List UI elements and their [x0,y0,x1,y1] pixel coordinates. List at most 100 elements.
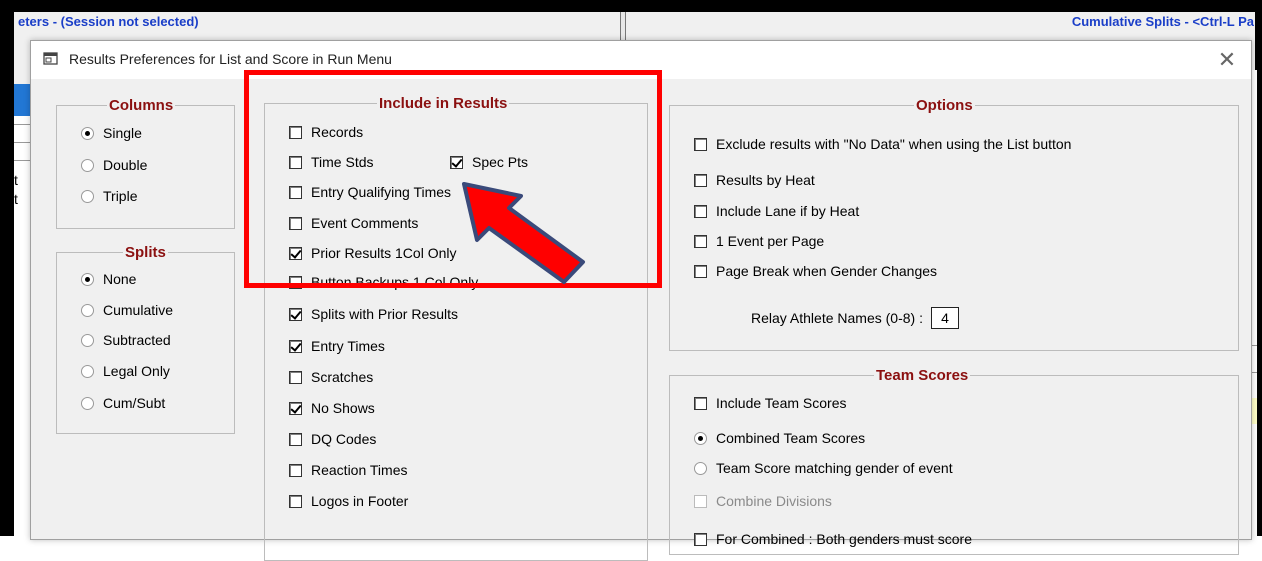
splits-group: Splits None Cumulative Subtracted Legal … [56,244,235,434]
relay-athlete-names-row: Relay Athlete Names (0-8) : 4 [751,306,959,330]
radio-label: Double [103,157,148,173]
columns-double-radio[interactable]: Double [81,155,147,175]
checkbox-label: Time Stds [311,154,374,170]
include-event-comments-checkbox[interactable]: Event Comments [289,213,418,233]
options-include-lane-checkbox[interactable]: Include Lane if by Heat [694,201,859,221]
include-no-shows-checkbox[interactable]: No Shows [289,398,375,418]
columns-single-radio[interactable]: Single [81,123,142,143]
checkbox-label: For Combined : Both genders must score [716,531,973,547]
checkbox-label: Records [311,124,364,140]
checkbox-label: Event Comments [311,215,419,231]
window-icon [43,52,58,65]
relay-athlete-names-label: Relay Athlete Names (0-8) : [751,310,923,326]
checkbox-label: No Shows [311,400,375,416]
background-splitter[interactable] [620,12,626,42]
background-grid-line [14,124,30,125]
radio-label: Subtracted [103,332,171,348]
combined-team-scores-radio[interactable]: Combined Team Scores [694,428,865,448]
splits-cum-subt-radio[interactable]: Cum/Subt [81,393,165,413]
combine-divisions-checkbox[interactable]: Combine Divisions [694,491,832,511]
checkbox-label: 1 Event per Page [716,233,825,249]
dialog-title: Results Preferences for List and Score i… [69,51,392,67]
radio-label: Single [103,125,142,141]
checkbox-label: Spec Pts [472,154,529,170]
team-score-matching-gender-radio[interactable]: Team Score matching gender of event [694,458,953,478]
splits-legal-only-radio[interactable]: Legal Only [81,361,170,381]
close-button[interactable]: ✕ [1213,46,1241,74]
background-header-right: Cumulative Splits - <Ctrl-L Pa [1071,14,1254,29]
radio-label: Cum/Subt [103,395,166,411]
checkbox-indicator [289,275,302,289]
both-genders-must-score-checkbox[interactable]: For Combined : Both genders must score [694,529,972,549]
splits-cumulative-radio[interactable]: Cumulative [81,300,173,320]
radio-indicator [81,158,94,172]
include-entry-times-checkbox[interactable]: Entry Times [289,336,385,356]
checkbox-indicator [694,494,707,508]
checkbox-indicator [289,307,302,321]
radio-indicator [81,333,94,347]
splits-none-radio[interactable]: None [81,269,136,289]
background-left-fragment: t [14,172,18,188]
team-scores-group: Team Scores Include Team Scores Combined… [669,367,1239,555]
background-right-grid [1252,70,1257,536]
splits-group-title: Splits [123,244,168,261]
background-grid-line [14,160,30,161]
checkbox-indicator [289,125,302,139]
checkbox-label: Include Lane if by Heat [716,203,860,219]
include-dq-codes-checkbox[interactable]: DQ Codes [289,429,376,449]
checkbox-indicator [289,432,302,446]
options-exclude-no-data-checkbox[interactable]: Exclude results with "No Data" when usin… [694,134,1071,154]
checkbox-label: Splits with Prior Results [311,306,459,322]
include-scratches-checkbox[interactable]: Scratches [289,367,373,387]
checkbox-indicator [694,264,707,278]
include-records-checkbox[interactable]: Records [289,122,363,142]
radio-label: Cumulative [103,302,174,318]
checkbox-label: Results by Heat [716,172,815,188]
radio-label: Triple [103,188,138,204]
include-reaction-times-checkbox[interactable]: Reaction Times [289,460,407,480]
radio-indicator [694,461,707,475]
checkbox-label: DQ Codes [311,431,377,447]
splits-subtracted-radio[interactable]: Subtracted [81,330,171,350]
background-grid-line [1252,345,1257,346]
pointer-arrow-icon [462,182,585,284]
checkbox-indicator [694,234,707,248]
columns-triple-radio[interactable]: Triple [81,186,138,206]
include-team-scores-checkbox[interactable]: Include Team Scores [694,393,846,413]
columns-group-title: Columns [107,97,176,114]
checkbox-indicator [694,173,707,187]
radio-label: Team Score matching gender of event [716,460,953,476]
checkbox-indicator [289,494,302,508]
radio-indicator [81,272,94,286]
team-scores-group-title: Team Scores [874,367,971,384]
background-grid-line [14,142,30,143]
checkbox-indicator [289,401,302,415]
checkbox-indicator [289,339,302,353]
include-logos-footer-checkbox[interactable]: Logos in Footer [289,491,408,511]
include-splits-prior-results-checkbox[interactable]: Splits with Prior Results [289,304,458,324]
include-prior-results-checkbox[interactable]: Prior Results 1Col Only [289,243,457,263]
radio-label: Combined Team Scores [716,430,866,446]
options-page-break-gender-checkbox[interactable]: Page Break when Gender Changes [694,261,937,281]
checkbox-indicator [289,246,302,260]
options-results-by-heat-checkbox[interactable]: Results by Heat [694,170,815,190]
checkbox-label: Prior Results 1Col Only [311,245,457,261]
results-preferences-dialog: Results Preferences for List and Score i… [30,40,1252,561]
options-one-event-per-page-checkbox[interactable]: 1 Event per Page [694,231,824,251]
columns-group: Columns Single Double Triple [56,97,235,229]
radio-indicator [81,303,94,317]
radio-indicator [81,126,94,140]
relay-athlete-names-input[interactable]: 4 [930,307,959,329]
checkbox-indicator [694,396,707,410]
dialog-titlebar[interactable]: Results Preferences for List and Score i… [31,41,1251,79]
radio-label: Legal Only [103,363,170,379]
background-header-left: eters - (Session not selected) [18,14,199,29]
include-spec-pts-checkbox[interactable]: Spec Pts [450,152,528,172]
checkbox-label: Combine Divisions [716,493,832,509]
close-icon: ✕ [1217,47,1237,72]
include-entry-qualifying-times-checkbox[interactable]: Entry Qualifying Times [289,182,451,202]
frame-top [0,0,1262,12]
radio-indicator [81,396,94,410]
checkbox-indicator [450,155,463,169]
include-time-stds-checkbox[interactable]: Time Stds [289,152,374,172]
